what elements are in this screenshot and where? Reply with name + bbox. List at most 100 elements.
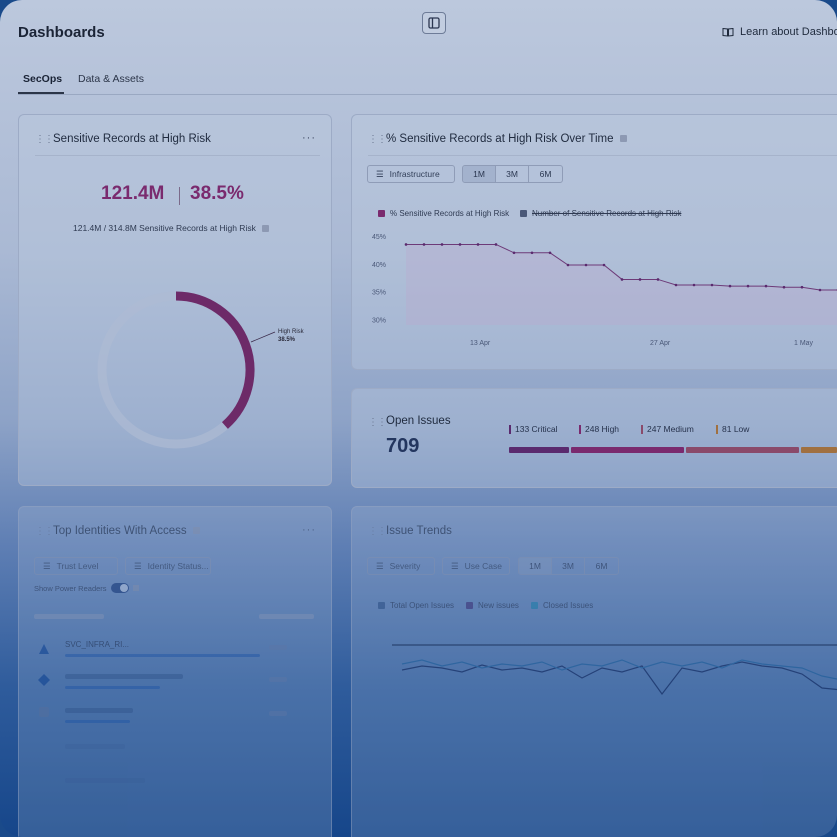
trend-point[interactable] xyxy=(584,263,588,267)
range-selector: 1M 3M 6M xyxy=(518,557,619,575)
identity-name-placeholder xyxy=(65,708,133,713)
trend-point[interactable] xyxy=(602,263,606,267)
range-3m[interactable]: 3M xyxy=(496,166,529,182)
legend-swatch xyxy=(520,210,527,217)
identity-row[interactable]: SVC_INFRA_RI... xyxy=(37,637,327,667)
infrastructure-filter[interactable]: ☰ Infrastructure xyxy=(367,165,455,183)
trend-point[interactable] xyxy=(512,251,516,255)
donut-high-risk-arc[interactable] xyxy=(175,291,255,429)
severity-bar-segment[interactable] xyxy=(801,447,837,453)
card-title: Open Issues xyxy=(386,415,451,427)
trend-point[interactable] xyxy=(566,263,570,267)
severity-filter[interactable]: ☰ Severity xyxy=(367,557,435,575)
azure-icon xyxy=(39,644,49,654)
trust-level-filter[interactable]: ☰ Trust Level xyxy=(34,557,118,575)
trend-point[interactable] xyxy=(404,243,408,246)
filter-icon: ☰ xyxy=(376,560,384,571)
drag-handle-icon[interactable]: ⋮⋮ xyxy=(35,134,54,145)
range-6m[interactable]: 6M xyxy=(585,558,618,574)
range-1m[interactable]: 1M xyxy=(519,558,552,574)
drag-handle-icon[interactable]: ⋮⋮ xyxy=(35,526,54,537)
book-icon xyxy=(722,27,734,37)
severity-bar-segment[interactable] xyxy=(686,447,800,453)
trend-point[interactable] xyxy=(548,251,552,255)
open-issues-count: 709 xyxy=(386,435,420,457)
trend-point[interactable] xyxy=(674,283,678,287)
sidebar-toggle-button[interactable] xyxy=(422,12,446,34)
more-options-icon[interactable]: ··· xyxy=(302,132,316,144)
trend-point[interactable] xyxy=(440,243,444,246)
identity-row[interactable] xyxy=(37,773,327,803)
use-case-filter[interactable]: ☰ Use Case xyxy=(442,557,510,575)
power-readers-toggle[interactable] xyxy=(111,583,129,593)
card-title: Issue Trends xyxy=(386,525,452,537)
severity-critical[interactable]: 133 Critical xyxy=(509,424,558,434)
trend-point[interactable] xyxy=(620,278,624,281)
y-tick-label: 30% xyxy=(372,317,386,324)
trend-point[interactable] xyxy=(422,243,426,246)
severity-marker xyxy=(579,424,581,434)
range-1m[interactable]: 1M xyxy=(463,166,496,182)
severity-bar-segment[interactable] xyxy=(509,447,569,453)
trend-point[interactable] xyxy=(800,285,804,289)
trend-point[interactable] xyxy=(692,283,696,287)
legend-item-closed[interactable]: Closed Issues xyxy=(531,601,593,610)
tab-secops[interactable]: SecOps xyxy=(23,73,62,85)
dashboard-frame: Dashboards Learn about Dashbo SecOps Dat… xyxy=(0,0,837,837)
trend-point[interactable] xyxy=(494,243,498,246)
drag-handle-icon[interactable]: ⋮⋮ xyxy=(368,526,387,537)
drag-handle-icon[interactable]: ⋮⋮ xyxy=(368,134,387,145)
tab-data-assets[interactable]: Data & Assets xyxy=(78,73,144,85)
trend-point[interactable] xyxy=(458,243,462,246)
divider xyxy=(35,155,320,156)
x-tick-label: 13 Apr xyxy=(470,340,491,347)
identity-row[interactable] xyxy=(37,669,327,699)
info-icon[interactable] xyxy=(192,527,200,535)
trend-point[interactable] xyxy=(764,284,768,288)
filter-label: Identity Status... xyxy=(147,561,209,571)
more-options-icon[interactable]: ··· xyxy=(302,524,316,536)
info-icon[interactable] xyxy=(133,585,139,591)
trend-point[interactable] xyxy=(638,278,642,281)
legend-label: Closed Issues xyxy=(543,601,594,610)
column-header-placeholder xyxy=(34,614,104,619)
range-3m[interactable]: 3M xyxy=(552,558,585,574)
records-summary-text: 121.4M / 314.8M Sensitive Records at Hig… xyxy=(73,223,256,233)
legend-item-percent[interactable]: % Sensitive Records at High Risk xyxy=(378,209,509,218)
trend-point[interactable] xyxy=(818,288,822,292)
identity-name-placeholder xyxy=(65,674,183,679)
trend-point[interactable] xyxy=(710,283,714,287)
y-tick-label: 40% xyxy=(372,262,386,269)
identity-value-placeholder xyxy=(269,645,287,650)
trend-point[interactable] xyxy=(656,278,660,281)
filter-label: Trust Level xyxy=(56,561,99,571)
drag-handle-icon[interactable]: ⋮⋮ xyxy=(368,417,387,428)
severity-high[interactable]: 248 High xyxy=(579,424,619,434)
info-icon[interactable] xyxy=(261,225,269,233)
legend-item-total[interactable]: Total Open Issues xyxy=(378,601,454,610)
severity-bar-segment[interactable] xyxy=(570,447,685,453)
trend-point[interactable] xyxy=(476,243,480,246)
trend-point[interactable] xyxy=(728,284,732,288)
range-6m[interactable]: 6M xyxy=(529,166,562,182)
trend-point[interactable] xyxy=(530,251,534,255)
issue-trends-card: ⋮⋮ Issue Trends ☰ Severity ☰ Use Case 1M… xyxy=(351,506,837,837)
donut-label-leader xyxy=(250,331,276,343)
learn-about-dashboards-link[interactable]: Learn about Dashbo xyxy=(722,26,837,38)
sidebar-icon xyxy=(428,17,440,29)
severity-low[interactable]: 81 Low xyxy=(716,424,749,434)
divider xyxy=(368,155,837,156)
legend-label: % Sensitive Records at High Risk xyxy=(390,209,510,218)
legend-item-number[interactable]: Number of Sensitive Records at High Risk xyxy=(520,209,681,218)
sensitive-trend-card: ⋮⋮ % Sensitive Records at High Risk Over… xyxy=(351,114,837,370)
trend-point[interactable] xyxy=(746,284,750,288)
legend-item-new[interactable]: New issues xyxy=(466,601,519,610)
legend-label: New issues xyxy=(478,601,519,610)
info-icon[interactable] xyxy=(619,135,627,143)
identity-row[interactable] xyxy=(37,739,327,769)
trend-point[interactable] xyxy=(782,285,786,289)
identity-status-filter[interactable]: ☰ Identity Status... xyxy=(125,557,211,575)
severity-bar xyxy=(509,447,837,453)
identity-row[interactable] xyxy=(37,703,327,733)
severity-medium[interactable]: 247 Medium xyxy=(641,424,694,434)
